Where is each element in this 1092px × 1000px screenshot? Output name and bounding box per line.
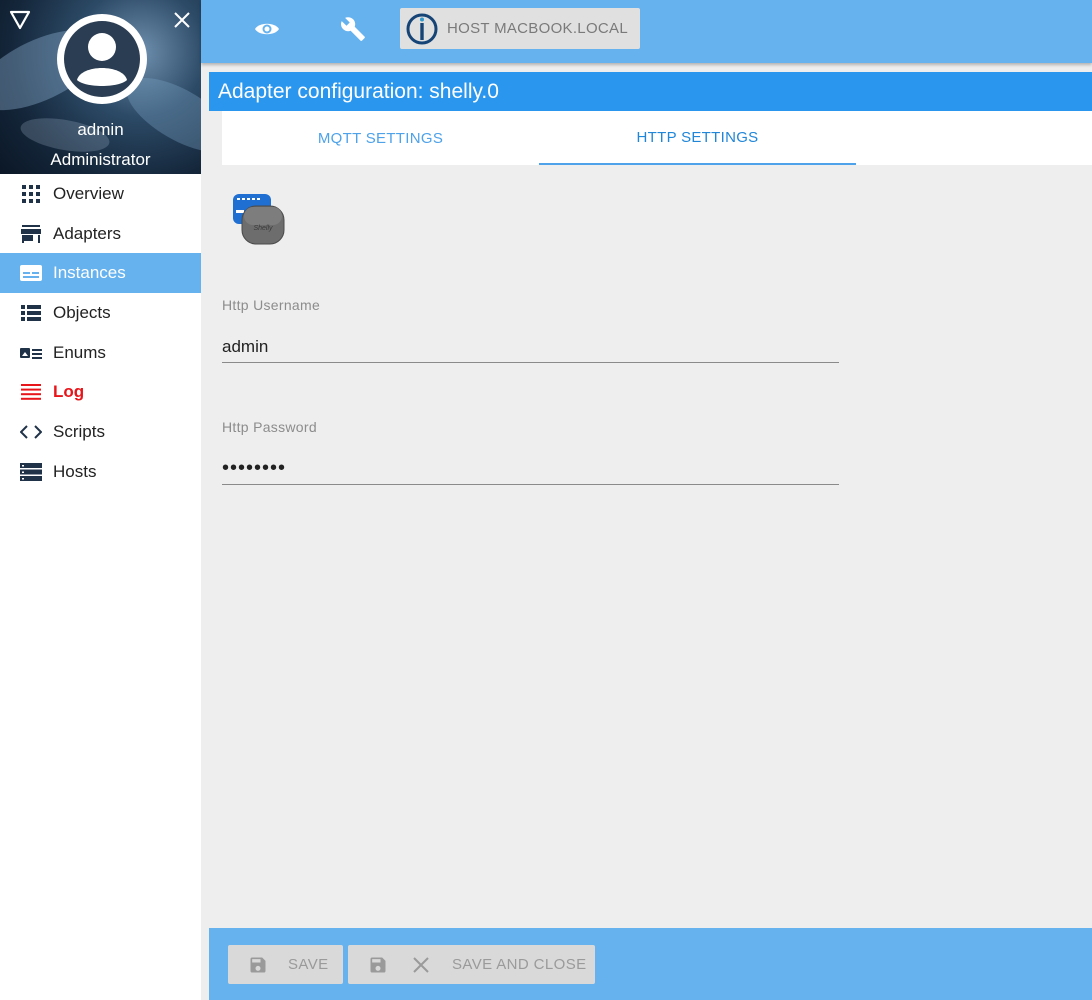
sidebar-item-enums[interactable]: Enums xyxy=(0,333,201,373)
save-and-close-button[interactable]: SAVE AND CLOSE xyxy=(348,945,595,984)
user-profile-header: admin Administrator xyxy=(0,0,201,174)
save-and-close-label: SAVE AND CLOSE xyxy=(452,956,587,973)
sidebar-item-overview[interactable]: Overview xyxy=(0,174,201,214)
sidebar-nav: Overview Adapters Instances Objects Enum… xyxy=(0,174,201,492)
sidebar-item-label: Instances xyxy=(53,263,126,283)
close-icon xyxy=(411,956,431,974)
http-username-field: Http Username xyxy=(222,297,839,363)
wrench-icon[interactable] xyxy=(333,12,373,46)
sidebar-item-hosts[interactable]: Hosts xyxy=(0,452,201,492)
host-button[interactable]: HOST MACBOOK.LOCAL xyxy=(400,8,640,49)
shelly-logo: Shelly xyxy=(232,192,288,248)
code-icon xyxy=(20,421,42,443)
save-icon xyxy=(247,955,269,975)
grid-icon xyxy=(20,183,42,205)
sidebar-item-label: Hosts xyxy=(53,461,97,481)
log-icon xyxy=(20,381,42,403)
http-password-field: Http Password xyxy=(222,419,839,485)
avatar xyxy=(57,14,147,104)
sidebar-item-instances[interactable]: Instances xyxy=(0,253,201,294)
http-password-label: Http Password xyxy=(222,419,317,435)
enums-icon xyxy=(20,342,42,364)
http-username-input[interactable] xyxy=(222,327,839,363)
tab-mqtt-settings[interactable]: MQTT SETTINGS xyxy=(222,111,539,165)
sidebar: admin Administrator Overview Adapters In… xyxy=(0,0,201,1000)
sidebar-item-adapters[interactable]: Adapters xyxy=(0,214,201,254)
sidebar-item-label: Scripts xyxy=(53,421,105,441)
host-label: HOST MACBOOK.LOCAL xyxy=(447,20,628,37)
user-name: admin xyxy=(77,120,124,139)
instances-icon xyxy=(20,262,42,284)
sidebar-item-label: Overview xyxy=(53,183,124,203)
sidebar-item-label: Objects xyxy=(53,302,111,322)
sidebar-item-log[interactable]: Log xyxy=(0,372,201,412)
save-button[interactable]: SAVE xyxy=(228,945,343,984)
http-password-input[interactable] xyxy=(222,449,839,485)
close-icon[interactable] xyxy=(170,8,194,32)
top-toolbar: HOST MACBOOK.LOCAL xyxy=(201,0,1092,63)
store-icon xyxy=(20,223,42,245)
http-username-label: Http Username xyxy=(222,297,321,313)
page-title: Adapter configuration: shelly.0 xyxy=(209,72,1092,111)
sidebar-item-objects[interactable]: Objects xyxy=(0,293,201,333)
settings-tabs: MQTT SETTINGS HTTP SETTINGS xyxy=(222,111,1092,165)
save-icon xyxy=(367,955,389,975)
sidebar-item-label: Enums xyxy=(53,342,106,362)
list-icon xyxy=(20,302,42,324)
hosts-icon xyxy=(20,461,42,483)
sidebar-item-scripts[interactable]: Scripts xyxy=(0,412,201,452)
menu-toggle-icon[interactable] xyxy=(8,8,32,32)
user-role: Administrator xyxy=(50,150,151,169)
save-button-label: SAVE xyxy=(288,956,329,973)
iobroker-logo-icon xyxy=(405,12,439,46)
footer-bar: SAVE SAVE AND CLOSE xyxy=(209,928,1092,1000)
tab-http-settings[interactable]: HTTP SETTINGS xyxy=(539,111,856,165)
sidebar-item-label: Log xyxy=(53,382,85,402)
shelly-logo-text: Shelly xyxy=(253,225,273,232)
sidebar-item-label: Adapters xyxy=(53,223,122,243)
eye-icon[interactable] xyxy=(247,12,287,46)
